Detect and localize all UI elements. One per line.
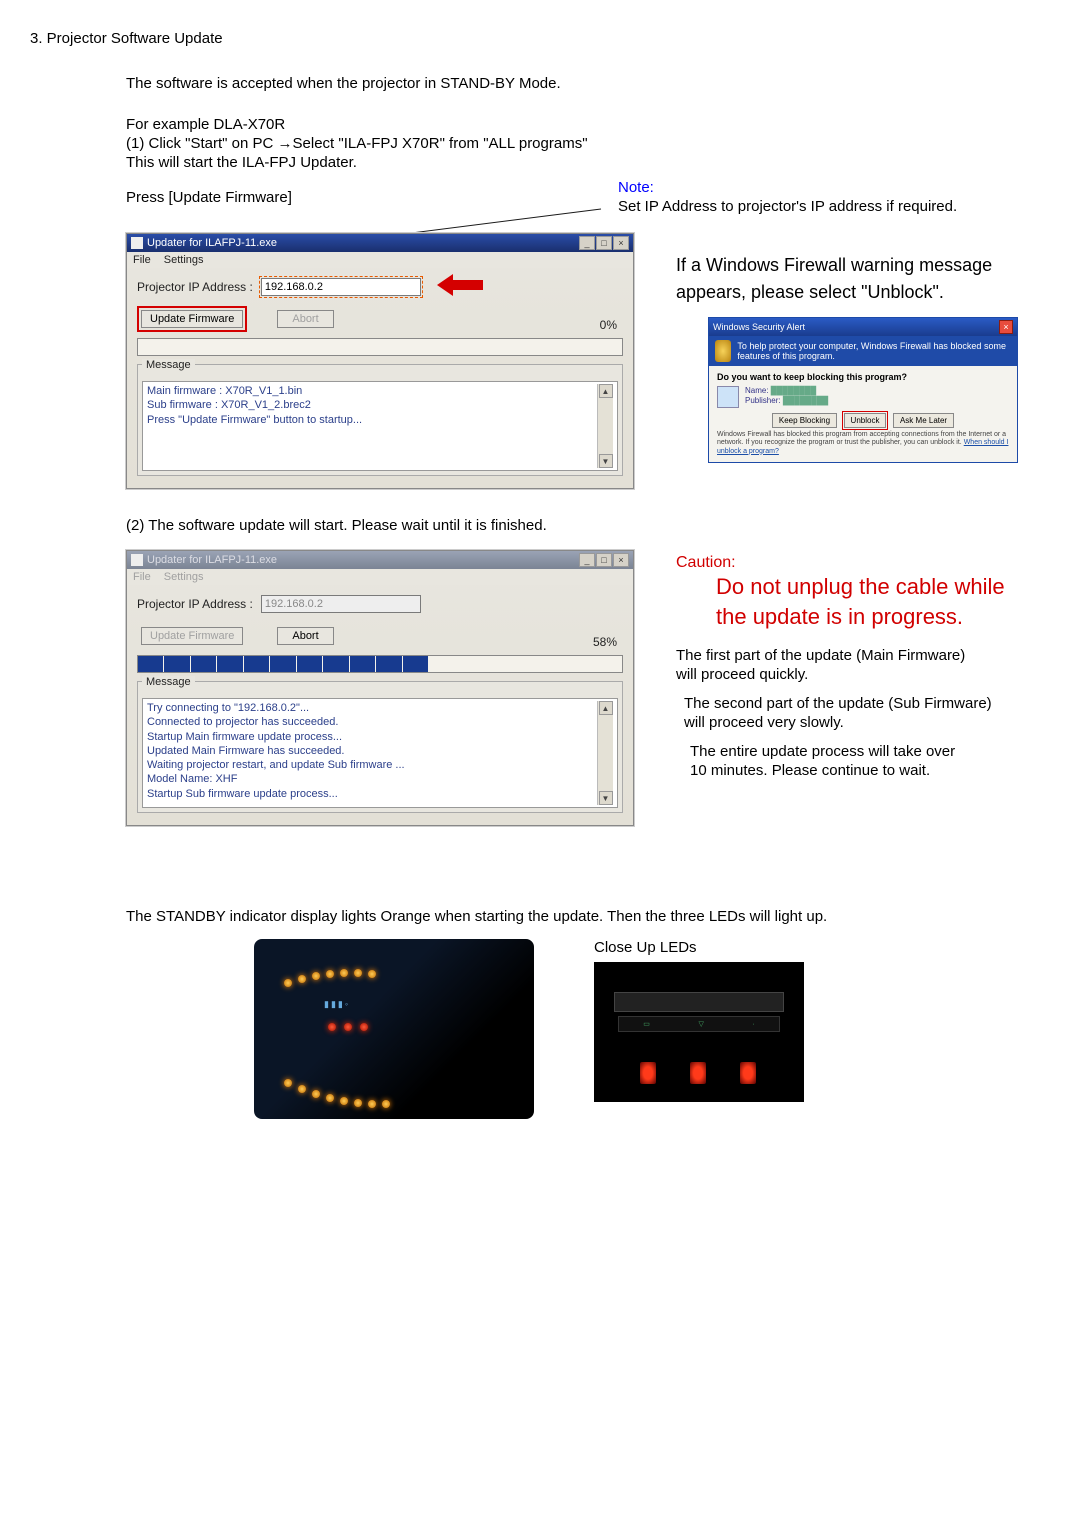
titlebar[interactable]: Updater for ILAFPJ-11.exe _ □ × — [127, 551, 633, 569]
security-banner-text: To help protect your computer, Windows F… — [737, 341, 1011, 361]
note-main-2: will proceed quickly. — [676, 666, 1050, 683]
abort-button[interactable]: Abort — [277, 627, 333, 645]
security-alert-window: Windows Security Alert × To help protect… — [708, 317, 1018, 463]
maximize-button[interactable]: □ — [596, 553, 612, 567]
note-time-2: 10 minutes. Please continue to wait. — [690, 762, 1050, 779]
msg-line: Startup Main firmware update process... — [147, 730, 597, 744]
standby-text: The STANDBY indicator display lights Ora… — [126, 908, 1050, 925]
update-firmware-button: Update Firmware — [141, 627, 243, 645]
ip-input — [261, 595, 421, 613]
note-sub-1: The second part of the update (Sub Firmw… — [684, 695, 1050, 712]
msg-line: Waiting projector restart, and update Su… — [147, 758, 597, 772]
close-icon[interactable]: × — [999, 320, 1013, 334]
ip-input[interactable] — [261, 278, 421, 296]
progress-bar — [137, 338, 623, 356]
intro-line-4: This will start the ILA-FPJ Updater. — [126, 154, 1050, 171]
close-button[interactable]: × — [613, 236, 629, 250]
keep-blocking-button[interactable]: Keep Blocking — [772, 413, 837, 428]
msg-line: Main firmware : X70R_V1_1.bin — [147, 384, 597, 398]
progress-label: 0% — [600, 318, 617, 332]
step2-text: (2) The software update will start. Plea… — [126, 517, 1050, 534]
ask-later-button[interactable]: Ask Me Later — [893, 413, 954, 428]
abort-button: Abort — [277, 310, 333, 328]
menubar: File Settings — [127, 569, 633, 585]
caution-title: Caution: — [676, 554, 1050, 572]
close-button[interactable]: × — [613, 553, 629, 567]
security-footer-text: Windows Firewall has blocked this progra… — [717, 431, 1006, 446]
ip-label: Projector IP Address : — [137, 597, 253, 611]
msg-line: Connected to projector has succeeded. — [147, 715, 597, 729]
message-legend: Message — [142, 359, 195, 371]
msg-line: Updated Main Firmware has succeeded. — [147, 744, 597, 758]
scrollbar[interactable]: ▲ ▼ — [597, 701, 613, 805]
security-alert-title: Windows Security Alert — [713, 322, 805, 332]
msg-line: Startup Sub firmware update process... — [147, 787, 597, 801]
note-time-1: The entire update process will take over — [690, 743, 1050, 760]
led-closeup-photo: ▭▽· — [594, 962, 804, 1102]
msg-line: Sub firmware : X70R_V1_2.brec2 — [147, 398, 597, 412]
press-update-text: Press [Update Firmware] — [126, 189, 646, 206]
message-frame: Message Try connecting to "192.168.0.2".… — [137, 681, 623, 813]
firewall-note-1: If a Windows Firewall warning message — [676, 255, 1050, 276]
shield-icon — [715, 340, 731, 362]
intro-line-3: (1) Click "Start" on PC →Select "ILA-FPJ… — [126, 135, 1050, 152]
minimize-button[interactable]: _ — [579, 236, 595, 250]
program-icon — [717, 386, 739, 408]
intro-line-1: The software is accepted when the projec… — [126, 75, 1050, 92]
firewall-note-2: appears, please select "Unblock". — [676, 282, 1050, 303]
msg-line: Try connecting to "192.168.0.2"... — [147, 701, 597, 715]
scroll-up-icon[interactable]: ▲ — [599, 701, 613, 715]
progress-label: 58% — [593, 635, 617, 649]
scroll-down-icon[interactable]: ▼ — [599, 454, 613, 468]
maximize-button[interactable]: □ — [596, 236, 612, 250]
caution-line-2: the update is in progress. — [716, 602, 1050, 632]
caution-line-1: Do not unplug the cable while — [716, 572, 1050, 602]
menu-settings[interactable]: Settings — [164, 254, 204, 266]
section-title: 3. Projector Software Update — [30, 30, 1050, 47]
message-legend: Message — [142, 676, 195, 688]
red-arrow-icon — [437, 274, 483, 299]
ip-label: Projector IP Address : — [137, 280, 253, 294]
updater-window-1: Updater for ILAFPJ-11.exe _ □ × File Set… — [126, 233, 634, 489]
menu-settings: Settings — [164, 571, 204, 583]
menu-file: File — [133, 571, 151, 583]
projector-photo: ▮▮▮◦ — [254, 939, 534, 1119]
scroll-up-icon[interactable]: ▲ — [599, 384, 613, 398]
note-sub-2: will proceed very slowly. — [684, 714, 1050, 731]
message-frame: Message Main firmware : X70R_V1_1.bin Su… — [137, 364, 623, 476]
intro-line-2: For example DLA-X70R — [126, 116, 1050, 133]
message-text: Try connecting to "192.168.0.2"... Conne… — [147, 701, 597, 805]
window-title: Updater for ILAFPJ-11.exe — [147, 554, 277, 566]
app-icon — [131, 237, 143, 249]
msg-line: Press "Update Firmware" button to startu… — [147, 413, 597, 427]
menubar: File Settings — [127, 252, 633, 268]
menu-file[interactable]: File — [133, 254, 151, 266]
minimize-button[interactable]: _ — [579, 553, 595, 567]
scroll-down-icon[interactable]: ▼ — [599, 791, 613, 805]
app-icon — [131, 554, 143, 566]
updater-window-2: Updater for ILAFPJ-11.exe _ □ × File Set… — [126, 550, 634, 826]
note-label: Note: — [618, 179, 1050, 196]
publisher-label: Publisher: — [745, 396, 781, 405]
update-firmware-button[interactable]: Update Firmware — [141, 310, 243, 328]
note-main-1: The first part of the update (Main Firmw… — [676, 647, 1050, 664]
msg-line: Model Name: XHF — [147, 772, 597, 786]
closeup-label: Close Up LEDs — [594, 939, 804, 956]
progress-bar — [137, 655, 623, 673]
security-question: Do you want to keep blocking this progra… — [717, 372, 907, 382]
name-label: Name: — [745, 386, 769, 395]
message-text: Main firmware : X70R_V1_1.bin Sub firmwa… — [147, 384, 597, 468]
scrollbar[interactable]: ▲ ▼ — [597, 384, 613, 468]
titlebar[interactable]: Updater for ILAFPJ-11.exe _ □ × — [127, 234, 633, 252]
note-text: Set IP Address to projector's IP address… — [618, 198, 1050, 215]
unblock-button[interactable]: Unblock — [844, 413, 887, 428]
window-title: Updater for ILAFPJ-11.exe — [147, 237, 277, 249]
